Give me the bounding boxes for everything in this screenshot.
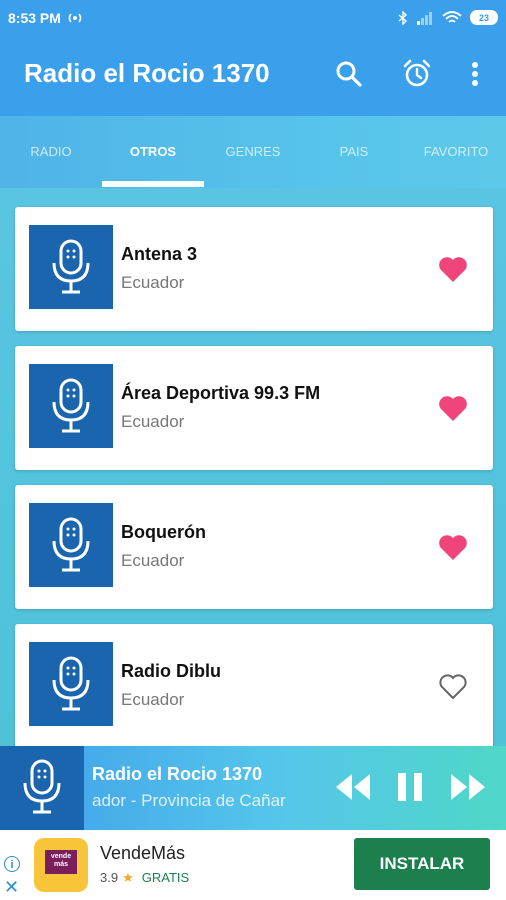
app-title: Radio el Rocio 1370 xyxy=(24,58,270,88)
search-icon[interactable] xyxy=(333,58,365,90)
fast-forward-icon[interactable] xyxy=(449,770,487,804)
station-list: Antena 3 Ecuador Área Deportiva 99.3 FM … xyxy=(0,188,506,746)
station-artwork xyxy=(29,364,113,448)
bluetooth-icon xyxy=(398,10,408,25)
install-button[interactable]: INSTALAR xyxy=(354,838,490,890)
pause-icon[interactable] xyxy=(395,770,425,804)
heart-filled-icon[interactable] xyxy=(437,254,469,284)
ad-rating: 3.9 ★ GRATIS xyxy=(100,870,189,886)
tab-bar: RADIO OTROS GENRES PAIS FAVORITO xyxy=(0,116,506,188)
station-card[interactable]: Antena 3 Ecuador xyxy=(15,207,493,331)
tab-favorito[interactable]: FAVORITO xyxy=(406,144,506,159)
microphone-icon xyxy=(52,239,90,294)
status-bar: 8:53 PM 23 xyxy=(0,0,506,36)
ad-app-logo[interactable]: vende más xyxy=(34,838,88,892)
station-country: Ecuador xyxy=(121,551,185,570)
ad-price: GRATIS xyxy=(141,870,190,885)
tab-otros[interactable]: OTROS xyxy=(103,144,203,159)
more-vert-icon[interactable] xyxy=(459,58,491,90)
heart-filled-icon[interactable] xyxy=(437,532,469,562)
tab-radio[interactable]: RADIO xyxy=(1,144,101,159)
status-time: 8:53 PM xyxy=(8,10,61,26)
tab-pais[interactable]: PAIS xyxy=(304,144,404,159)
microphone-icon xyxy=(52,378,90,433)
station-artwork xyxy=(29,642,113,726)
tab-indicator xyxy=(102,181,204,187)
hotspot-icon xyxy=(68,13,82,23)
station-card[interactable]: Área Deportiva 99.3 FM Ecuador xyxy=(15,346,493,470)
star-icon: ★ xyxy=(122,870,134,885)
station-name: Antena 3 xyxy=(121,244,198,264)
ad-banner[interactable]: i ✕ vende más VendeMás 3.9 ★ GRATIS INSTAL… xyxy=(0,830,506,900)
wifi-icon xyxy=(442,10,462,23)
rewind-icon[interactable] xyxy=(334,770,372,804)
heart-filled-icon[interactable] xyxy=(437,393,469,423)
station-card[interactable]: Boquerón Ecuador xyxy=(15,485,493,609)
player-title: Radio el Rocio 1370 xyxy=(92,764,263,784)
ad-close-icon[interactable]: ✕ xyxy=(4,878,19,896)
signal-icon xyxy=(417,11,432,25)
microphone-icon xyxy=(52,656,90,711)
station-card[interactable]: Radio Diblu Ecuador xyxy=(15,624,493,746)
station-artwork xyxy=(29,225,113,309)
player-subtitle: ador - Provincia de Cañar xyxy=(92,791,286,810)
mini-player[interactable]: Radio el Rocio 1370 ador - Provincia de … xyxy=(0,746,506,830)
ad-info-icon[interactable]: i xyxy=(4,856,20,872)
station-artwork xyxy=(29,503,113,587)
alarm-clock-icon[interactable] xyxy=(401,58,433,90)
microphone-icon xyxy=(52,517,90,572)
ad-rating-value: 3.9 xyxy=(100,870,119,885)
station-name: Boquerón xyxy=(121,522,206,542)
microphone-icon xyxy=(23,759,61,814)
app-bar: Radio el Rocio 1370 xyxy=(0,36,506,116)
station-country: Ecuador xyxy=(121,412,185,431)
ad-logo-text: vende más xyxy=(45,850,77,874)
player-artwork xyxy=(0,746,84,830)
station-name: Área Deportiva 99.3 FM xyxy=(121,383,321,403)
battery-icon: 23 xyxy=(470,10,498,25)
tab-genres[interactable]: GENRES xyxy=(203,144,303,159)
station-name: Radio Diblu xyxy=(121,661,221,681)
station-country: Ecuador xyxy=(121,690,185,709)
ad-app-name[interactable]: VendeMás xyxy=(100,843,185,864)
heart-outline-icon[interactable] xyxy=(437,671,469,701)
station-country: Ecuador xyxy=(121,273,185,292)
